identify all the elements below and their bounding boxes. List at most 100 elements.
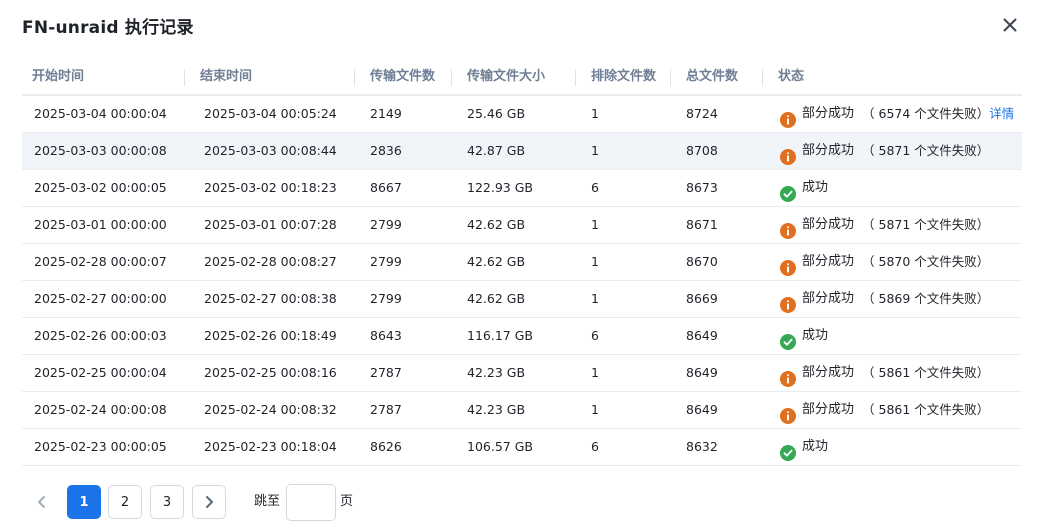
cell-excluded-count: 6 bbox=[591, 180, 599, 195]
details-link[interactable]: 详情 bbox=[989, 96, 1014, 132]
warning-circle-icon bbox=[780, 217, 796, 239]
cell-end-time: 2025-03-04 00:05:24 bbox=[204, 106, 337, 121]
cell-transferred-count: 2787 bbox=[370, 365, 402, 380]
cell-transferred-size: 42.87 GB bbox=[467, 143, 526, 158]
cell-end-time: 2025-03-03 00:08:44 bbox=[204, 143, 337, 158]
cell-end-time: 2025-03-02 00:18:23 bbox=[204, 180, 337, 195]
cell-total-count: 8669 bbox=[686, 291, 718, 306]
cell-end-time: 2025-02-25 00:08:16 bbox=[204, 365, 337, 380]
cell-excluded-count: 1 bbox=[591, 217, 599, 232]
check-circle-icon bbox=[780, 439, 796, 461]
cell-transferred-count: 2836 bbox=[370, 143, 402, 158]
cell-end-time: 2025-02-28 00:08:27 bbox=[204, 254, 337, 269]
table-header: 开始时间 结束时间 传输文件数 传输文件大小 排除文件数 总文件数 状态 bbox=[22, 60, 1022, 96]
cell-status: 成功 bbox=[780, 318, 828, 354]
cell-start-time: 2025-03-04 00:00:04 bbox=[34, 106, 167, 121]
status-label: 成功 bbox=[802, 180, 829, 195]
cell-excluded-count: 6 bbox=[591, 328, 599, 343]
cell-end-time: 2025-02-27 00:08:38 bbox=[204, 291, 337, 306]
cell-transferred-count: 8667 bbox=[370, 180, 402, 195]
table-row[interactable]: 2025-02-23 00:00:05 2025-02-23 00:18:04 86… bbox=[22, 429, 1022, 466]
cell-start-time: 2025-02-26 00:00:03 bbox=[34, 328, 167, 343]
chevron-right-icon bbox=[206, 496, 213, 508]
column-header-start-time: 开始时间 bbox=[32, 69, 85, 84]
page-suffix-label: 页 bbox=[340, 494, 354, 509]
cell-end-time: 2025-02-24 00:08:32 bbox=[204, 402, 337, 417]
failed-count-text: （ 5869 个文件失败） bbox=[862, 291, 990, 306]
table-row[interactable]: 2025-02-25 00:00:04 2025-02-25 00:08:16 27… bbox=[22, 355, 1022, 392]
table-row[interactable]: 2025-03-04 00:00:04 2025-03-04 00:05:24 21… bbox=[22, 96, 1022, 133]
table-body: 2025-03-04 00:00:04 2025-03-04 00:05:24 21… bbox=[22, 96, 1022, 466]
status-label: 部分成功 bbox=[802, 254, 855, 269]
cell-status: 部分成功 （ 5869 个文件失败） bbox=[780, 281, 989, 317]
table-row[interactable]: 2025-03-02 00:00:05 2025-03-02 00:18:23 86… bbox=[22, 170, 1022, 207]
failed-count-text: （ 6574 个文件失败） bbox=[862, 106, 990, 121]
column-header-end-time: 结束时间 bbox=[200, 69, 253, 84]
close-button[interactable] bbox=[999, 14, 1021, 36]
cell-status: 成功 bbox=[780, 429, 828, 465]
cell-excluded-count: 1 bbox=[591, 402, 599, 417]
column-header-status: 状态 bbox=[778, 69, 805, 84]
table-row[interactable]: 2025-02-28 00:00:07 2025-02-28 00:08:27 27… bbox=[22, 244, 1022, 281]
cell-transferred-count: 8643 bbox=[370, 328, 402, 343]
cell-status: 部分成功 （ 5870 个文件失败） bbox=[780, 244, 989, 280]
cell-start-time: 2025-02-24 00:00:08 bbox=[34, 402, 167, 417]
cell-transferred-size: 42.62 GB bbox=[467, 254, 526, 269]
column-header-total-count: 总文件数 bbox=[686, 69, 739, 84]
cell-transferred-count: 2149 bbox=[370, 106, 402, 121]
cell-transferred-count: 2799 bbox=[370, 254, 402, 269]
table-row[interactable]: 2025-03-01 00:00:00 2025-03-01 00:07:28 27… bbox=[22, 207, 1022, 244]
cell-start-time: 2025-02-27 00:00:00 bbox=[34, 291, 167, 306]
failed-count-text: （ 5871 个文件失败） bbox=[862, 217, 990, 232]
column-header-excluded-count: 排除文件数 bbox=[591, 69, 657, 84]
cell-transferred-size: 42.23 GB bbox=[467, 365, 526, 380]
cell-end-time: 2025-02-23 00:18:04 bbox=[204, 439, 337, 454]
table-row[interactable]: 2025-03-03 00:00:08 2025-03-03 00:08:44 28… bbox=[22, 133, 1022, 170]
prev-page-button[interactable] bbox=[25, 485, 59, 519]
column-divider bbox=[451, 69, 452, 86]
cell-transferred-size: 42.23 GB bbox=[467, 402, 526, 417]
column-divider bbox=[670, 69, 671, 86]
cell-transferred-count: 2787 bbox=[370, 402, 402, 417]
cell-total-count: 8649 bbox=[686, 328, 718, 343]
cell-transferred-size: 42.62 GB bbox=[467, 291, 526, 306]
failed-count-text: （ 5861 个文件失败） bbox=[862, 365, 990, 380]
warning-circle-icon bbox=[780, 291, 796, 313]
status-label: 部分成功 bbox=[802, 143, 855, 158]
cell-total-count: 8649 bbox=[686, 402, 718, 417]
warning-circle-icon bbox=[780, 365, 796, 387]
status-label: 部分成功 bbox=[802, 365, 855, 380]
table-row[interactable]: 2025-02-27 00:00:00 2025-02-27 00:08:38 27… bbox=[22, 281, 1022, 318]
cell-start-time: 2025-02-28 00:00:07 bbox=[34, 254, 167, 269]
cell-total-count: 8670 bbox=[686, 254, 718, 269]
failed-count-text: （ 5871 个文件失败） bbox=[862, 143, 990, 158]
cell-start-time: 2025-03-02 00:00:05 bbox=[34, 180, 167, 195]
cell-status: 部分成功 （ 5871 个文件失败） bbox=[780, 133, 989, 169]
table-row[interactable]: 2025-02-24 00:00:08 2025-02-24 00:08:32 27… bbox=[22, 392, 1022, 429]
column-header-transferred-count: 传输文件数 bbox=[370, 69, 436, 84]
table-row[interactable]: 2025-02-26 00:00:03 2025-02-26 00:18:49 86… bbox=[22, 318, 1022, 355]
execution-record-dialog: FN-unraid 执行记录 开始时间 结束时间 传输文件数 传输文件大小 排除… bbox=[0, 0, 1046, 525]
page-button-1[interactable]: 1 bbox=[67, 485, 101, 519]
column-divider bbox=[762, 69, 763, 86]
page-button-3[interactable]: 3 bbox=[150, 485, 184, 519]
warning-circle-icon bbox=[780, 402, 796, 424]
cell-status: 部分成功 （ 5861 个文件失败） bbox=[780, 355, 989, 391]
column-divider bbox=[575, 69, 576, 86]
cell-start-time: 2025-03-01 00:00:00 bbox=[34, 217, 167, 232]
pagination: 1 2 3 跳至 页 bbox=[22, 484, 622, 521]
jump-page-input[interactable] bbox=[286, 484, 336, 521]
warning-circle-icon bbox=[780, 143, 796, 165]
failed-count-text: （ 5870 个文件失败） bbox=[862, 254, 990, 269]
column-divider bbox=[184, 69, 185, 86]
cell-total-count: 8632 bbox=[686, 439, 718, 454]
page-button-2[interactable]: 2 bbox=[108, 485, 142, 519]
next-page-button[interactable] bbox=[192, 485, 226, 519]
cell-start-time: 2025-03-03 00:00:08 bbox=[34, 143, 167, 158]
dialog-title: FN-unraid 执行记录 bbox=[22, 18, 194, 38]
cell-transferred-size: 106.57 GB bbox=[467, 439, 533, 454]
cell-transferred-count: 8626 bbox=[370, 439, 402, 454]
cell-total-count: 8673 bbox=[686, 180, 718, 195]
cell-total-count: 8724 bbox=[686, 106, 718, 121]
warning-circle-icon bbox=[780, 254, 796, 276]
